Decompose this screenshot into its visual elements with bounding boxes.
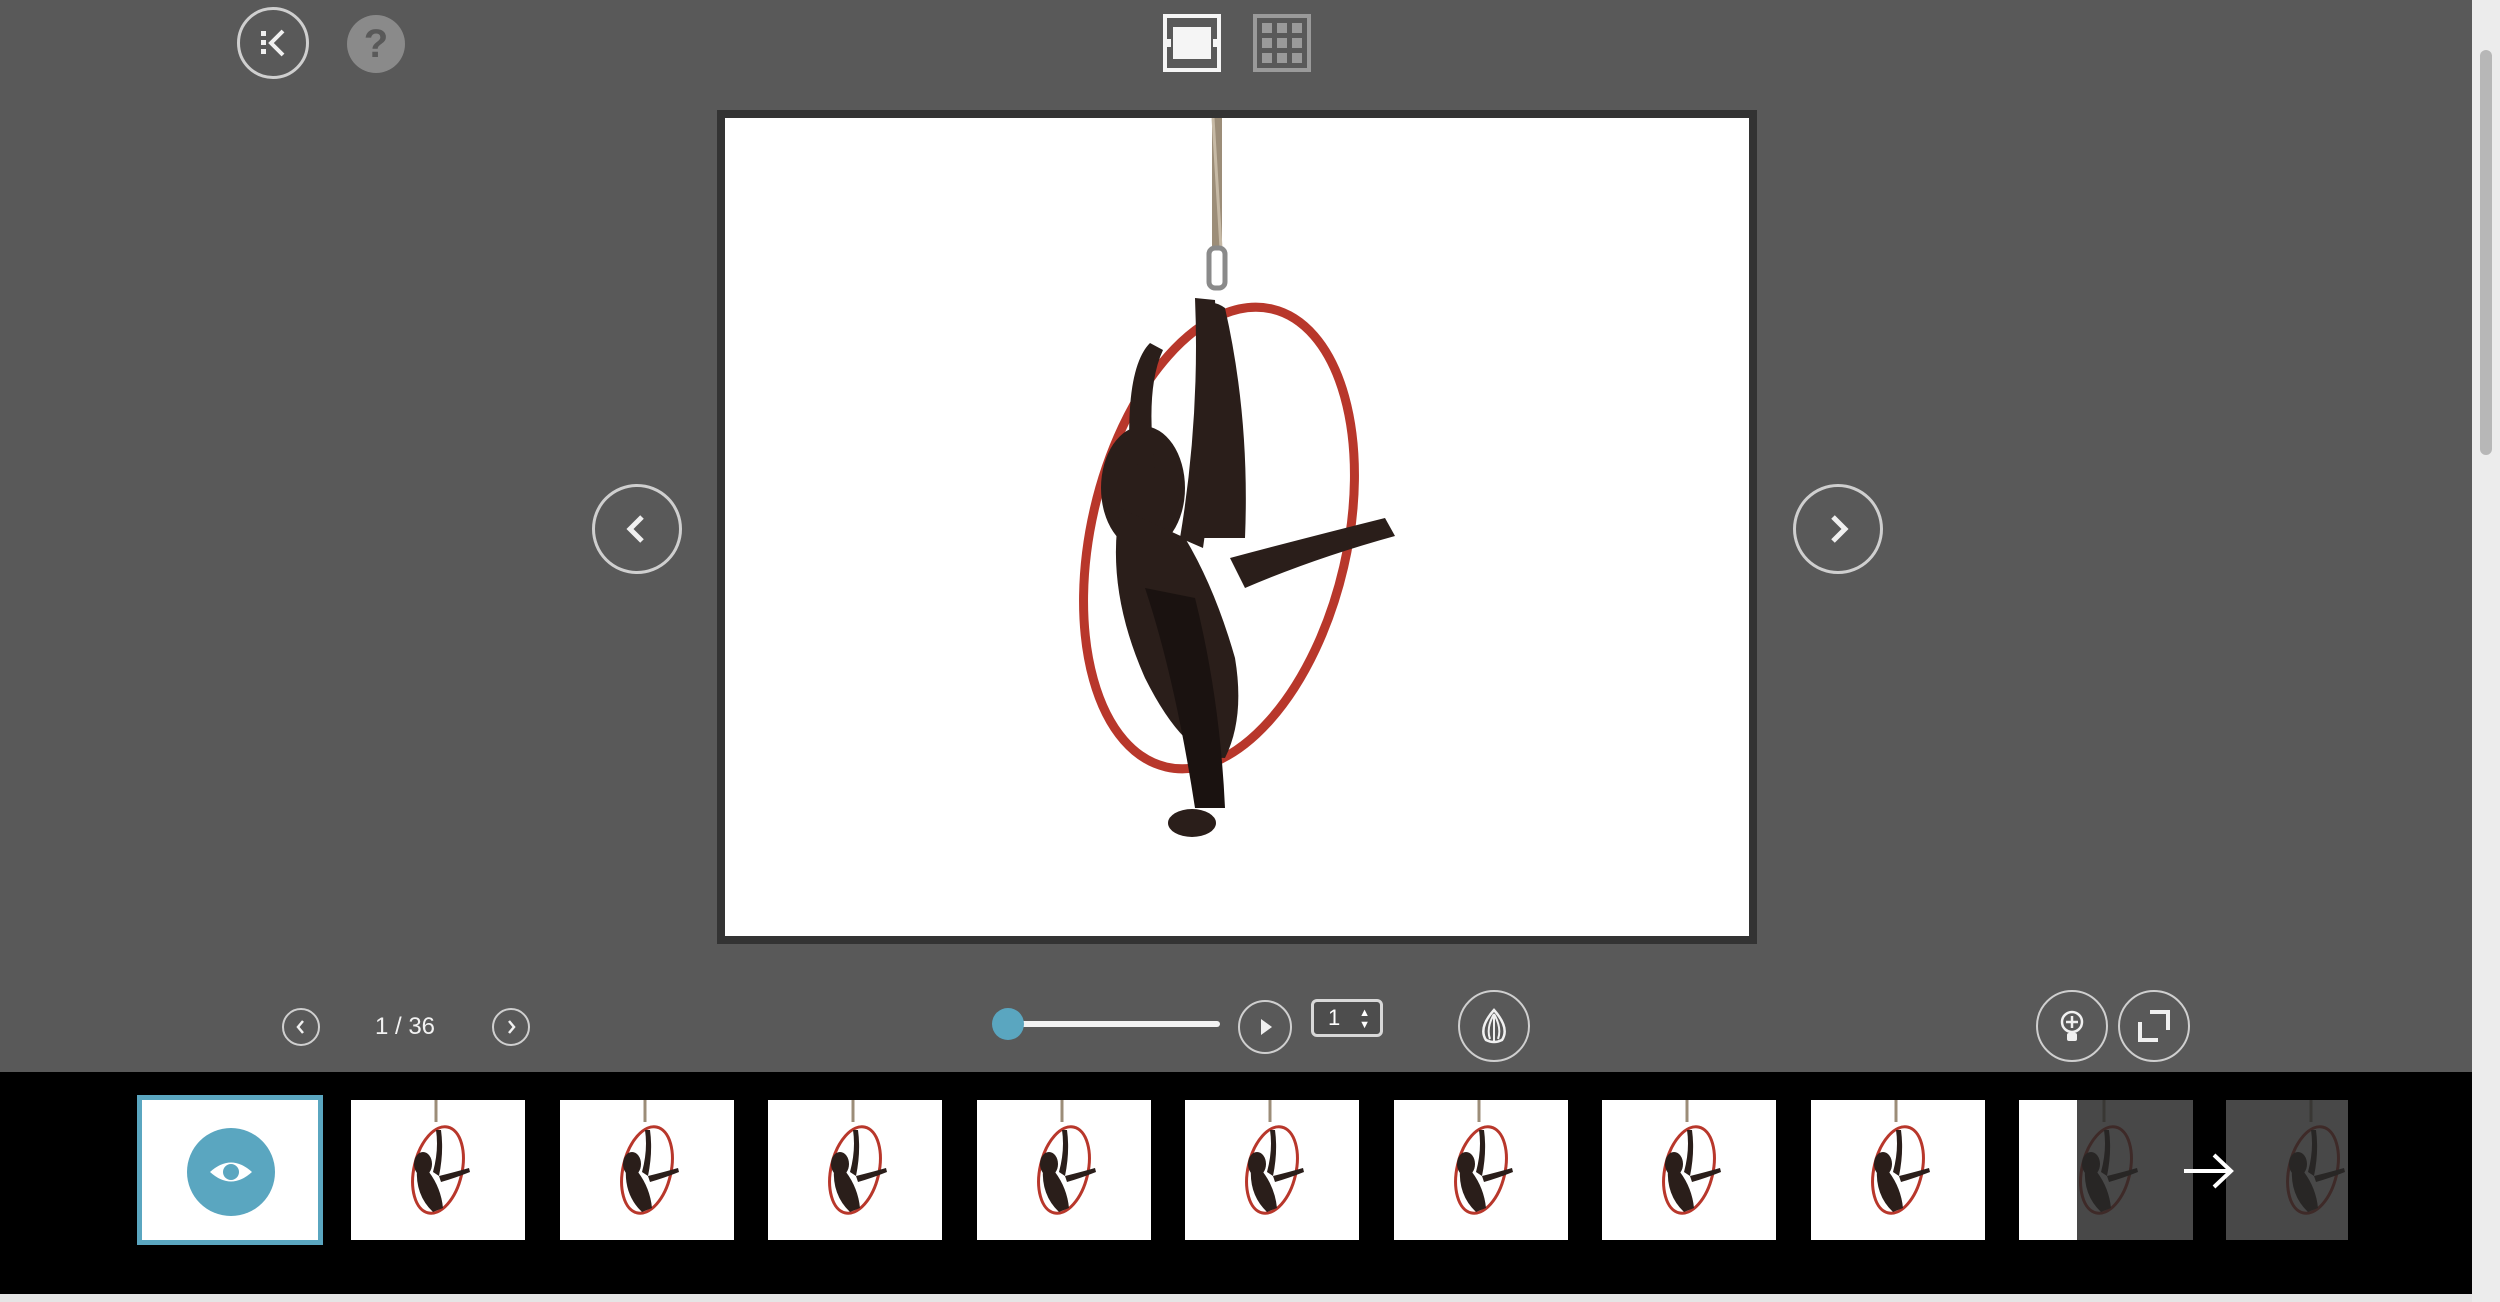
thumbnail[interactable] <box>768 1100 942 1240</box>
thumbnail[interactable] <box>1602 1100 1776 1240</box>
help-label: ? <box>363 21 389 66</box>
next-photo-button[interactable] <box>1793 484 1883 574</box>
single-view-icon <box>1163 14 1221 72</box>
thumbnail[interactable] <box>2019 1100 2193 1240</box>
page-next-button[interactable] <box>492 1008 530 1046</box>
chevron-left-icon <box>626 515 644 543</box>
thumbnail-overlay <box>2226 1100 2348 1240</box>
thumbnail[interactable] <box>559 1100 734 1240</box>
slideshow-slider-track[interactable] <box>1006 1021 1220 1027</box>
grid-view-button[interactable] <box>1252 13 1312 73</box>
onion-skin-icon <box>1482 1008 1506 1044</box>
collapse-panel-button[interactable] <box>237 7 309 79</box>
page-counter: 1 / 36 <box>374 1013 436 1040</box>
scrollbar-thumb[interactable] <box>2480 50 2492 455</box>
eye-icon <box>187 1128 275 1216</box>
fullscreen-icon <box>2138 1010 2170 1042</box>
fullscreen-button[interactable] <box>2118 990 2190 1062</box>
page-scrollbar[interactable] <box>2472 0 2500 1302</box>
main-photo <box>717 110 1757 944</box>
grid-view-icon <box>1253 14 1311 72</box>
page-prev-button[interactable] <box>282 1008 320 1046</box>
help-button[interactable]: ? <box>347 15 405 73</box>
slideshow-speed-stepper[interactable]: 1 ▲ ▼ <box>1311 999 1383 1037</box>
zoom-button[interactable] <box>2036 990 2108 1062</box>
thumbnail[interactable] <box>2226 1100 2348 1240</box>
filmstrip-next-button[interactable] <box>2180 1142 2238 1200</box>
thumbnail-overlay <box>2077 1100 2193 1240</box>
collapse-left-icon <box>261 29 285 57</box>
chevron-right-icon <box>1831 515 1849 543</box>
speed-value: 1 <box>1328 1005 1341 1030</box>
thumbnail-active[interactable] <box>137 1095 323 1245</box>
stepper-arrows-icon[interactable]: ▲ ▼ <box>1359 1007 1370 1031</box>
arrow-right-icon <box>2184 1153 2234 1189</box>
thumbnail[interactable] <box>1393 1100 1568 1240</box>
thumbnail[interactable] <box>1185 1100 1359 1240</box>
onion-skin-button[interactable] <box>1458 990 1530 1062</box>
aerial-hoop-photo <box>1079 118 1395 837</box>
thumbnail[interactable] <box>976 1100 1151 1240</box>
previous-photo-button[interactable] <box>592 484 682 574</box>
slideshow-slider-knob[interactable] <box>992 1008 1024 1040</box>
play-icon <box>1261 1019 1272 1035</box>
chevron-right-icon <box>508 1020 516 1034</box>
thumbnail[interactable] <box>351 1100 525 1240</box>
single-view-button[interactable] <box>1162 13 1222 73</box>
window-bottom-border <box>0 1294 2472 1302</box>
zoom-lightbulb-icon <box>2060 1010 2084 1041</box>
thumbnail[interactable] <box>1810 1100 1985 1240</box>
play-button[interactable] <box>1238 1000 1292 1054</box>
chevron-left-icon <box>296 1020 304 1034</box>
